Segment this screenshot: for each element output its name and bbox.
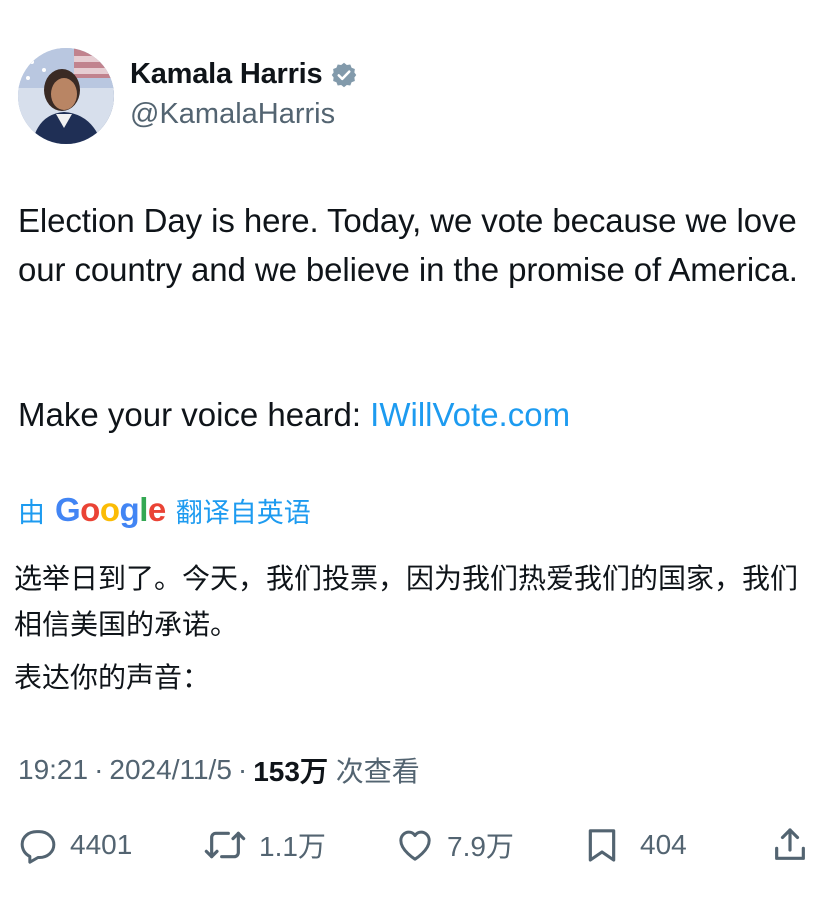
translated-text: 选举日到了。今天，我们投票，因为我们热爱我们的国家，我们相信美国的承诺。 表达你… — [14, 556, 814, 701]
views-label: 次查看 — [327, 756, 420, 787]
share-button[interactable] — [770, 820, 810, 870]
bookmark-count: 404 — [640, 829, 687, 860]
google-letter: G — [55, 491, 81, 528]
meta-separator: · — [237, 754, 248, 785]
like-count: 7.9万 — [447, 831, 514, 862]
views-count[interactable]: 153万 — [253, 750, 328, 790]
tweet-time[interactable]: 19:21 — [18, 754, 88, 786]
heart-icon — [395, 825, 435, 865]
reply-icon — [18, 825, 58, 865]
retweet-button[interactable]: 1.1万 — [203, 820, 326, 870]
bookmark-button[interactable]: 404 — [582, 820, 687, 870]
translate-attribution[interactable]: 由 Google 翻译自英语 — [18, 490, 311, 530]
bookmark-icon — [582, 825, 622, 865]
tweet-meta: 19:21 · 2024/11/5 · 153万 次查看 — [18, 750, 420, 790]
tweet-date[interactable]: 2024/11/5 — [109, 754, 232, 786]
translate-prefix: 由 — [18, 497, 45, 528]
meta-separator: · — [94, 754, 104, 785]
display-name[interactable]: Kamala Harris — [130, 58, 323, 91]
author-name-row[interactable]: Kamala Harris — [130, 58, 358, 91]
share-icon — [770, 825, 810, 865]
google-letter: o — [80, 491, 100, 528]
retweet-count: 1.1万 — [259, 831, 326, 862]
tweet-paragraph-2: Make your voice heard: IWillVote.com — [18, 390, 570, 439]
reply-count: 4401 — [70, 829, 133, 860]
tweet-paragraph-1: Election Day is here. Today, we vote bec… — [18, 202, 798, 288]
author-handle[interactable]: @KamalaHarris — [130, 98, 335, 131]
google-letter: o — [99, 491, 120, 528]
verified-badge-icon — [330, 61, 358, 89]
google-letter: g — [119, 491, 140, 528]
like-button[interactable]: 7.9万 — [395, 820, 514, 870]
translate-suffix: 翻译自英语 — [175, 497, 311, 528]
tweet-link[interactable]: IWillVote.com — [370, 396, 570, 433]
tweet-text: Election Day is here. Today, we vote bec… — [18, 196, 818, 294]
avatar[interactable] — [18, 48, 114, 144]
translated-paragraph-1: 选举日到了。今天，我们投票，因为我们热爱我们的国家，我们相信美国的承诺。 — [14, 563, 799, 640]
google-letter: e — [147, 491, 166, 528]
tweet-prefix-text: Make your voice heard: — [18, 396, 371, 433]
avatar-image — [18, 48, 114, 144]
google-letter: l — [139, 491, 148, 528]
google-logo: Google — [55, 491, 166, 529]
retweet-icon — [203, 825, 247, 865]
reply-button[interactable]: 4401 — [18, 820, 132, 870]
translated-paragraph-2: 表达你的声音： — [14, 662, 211, 693]
